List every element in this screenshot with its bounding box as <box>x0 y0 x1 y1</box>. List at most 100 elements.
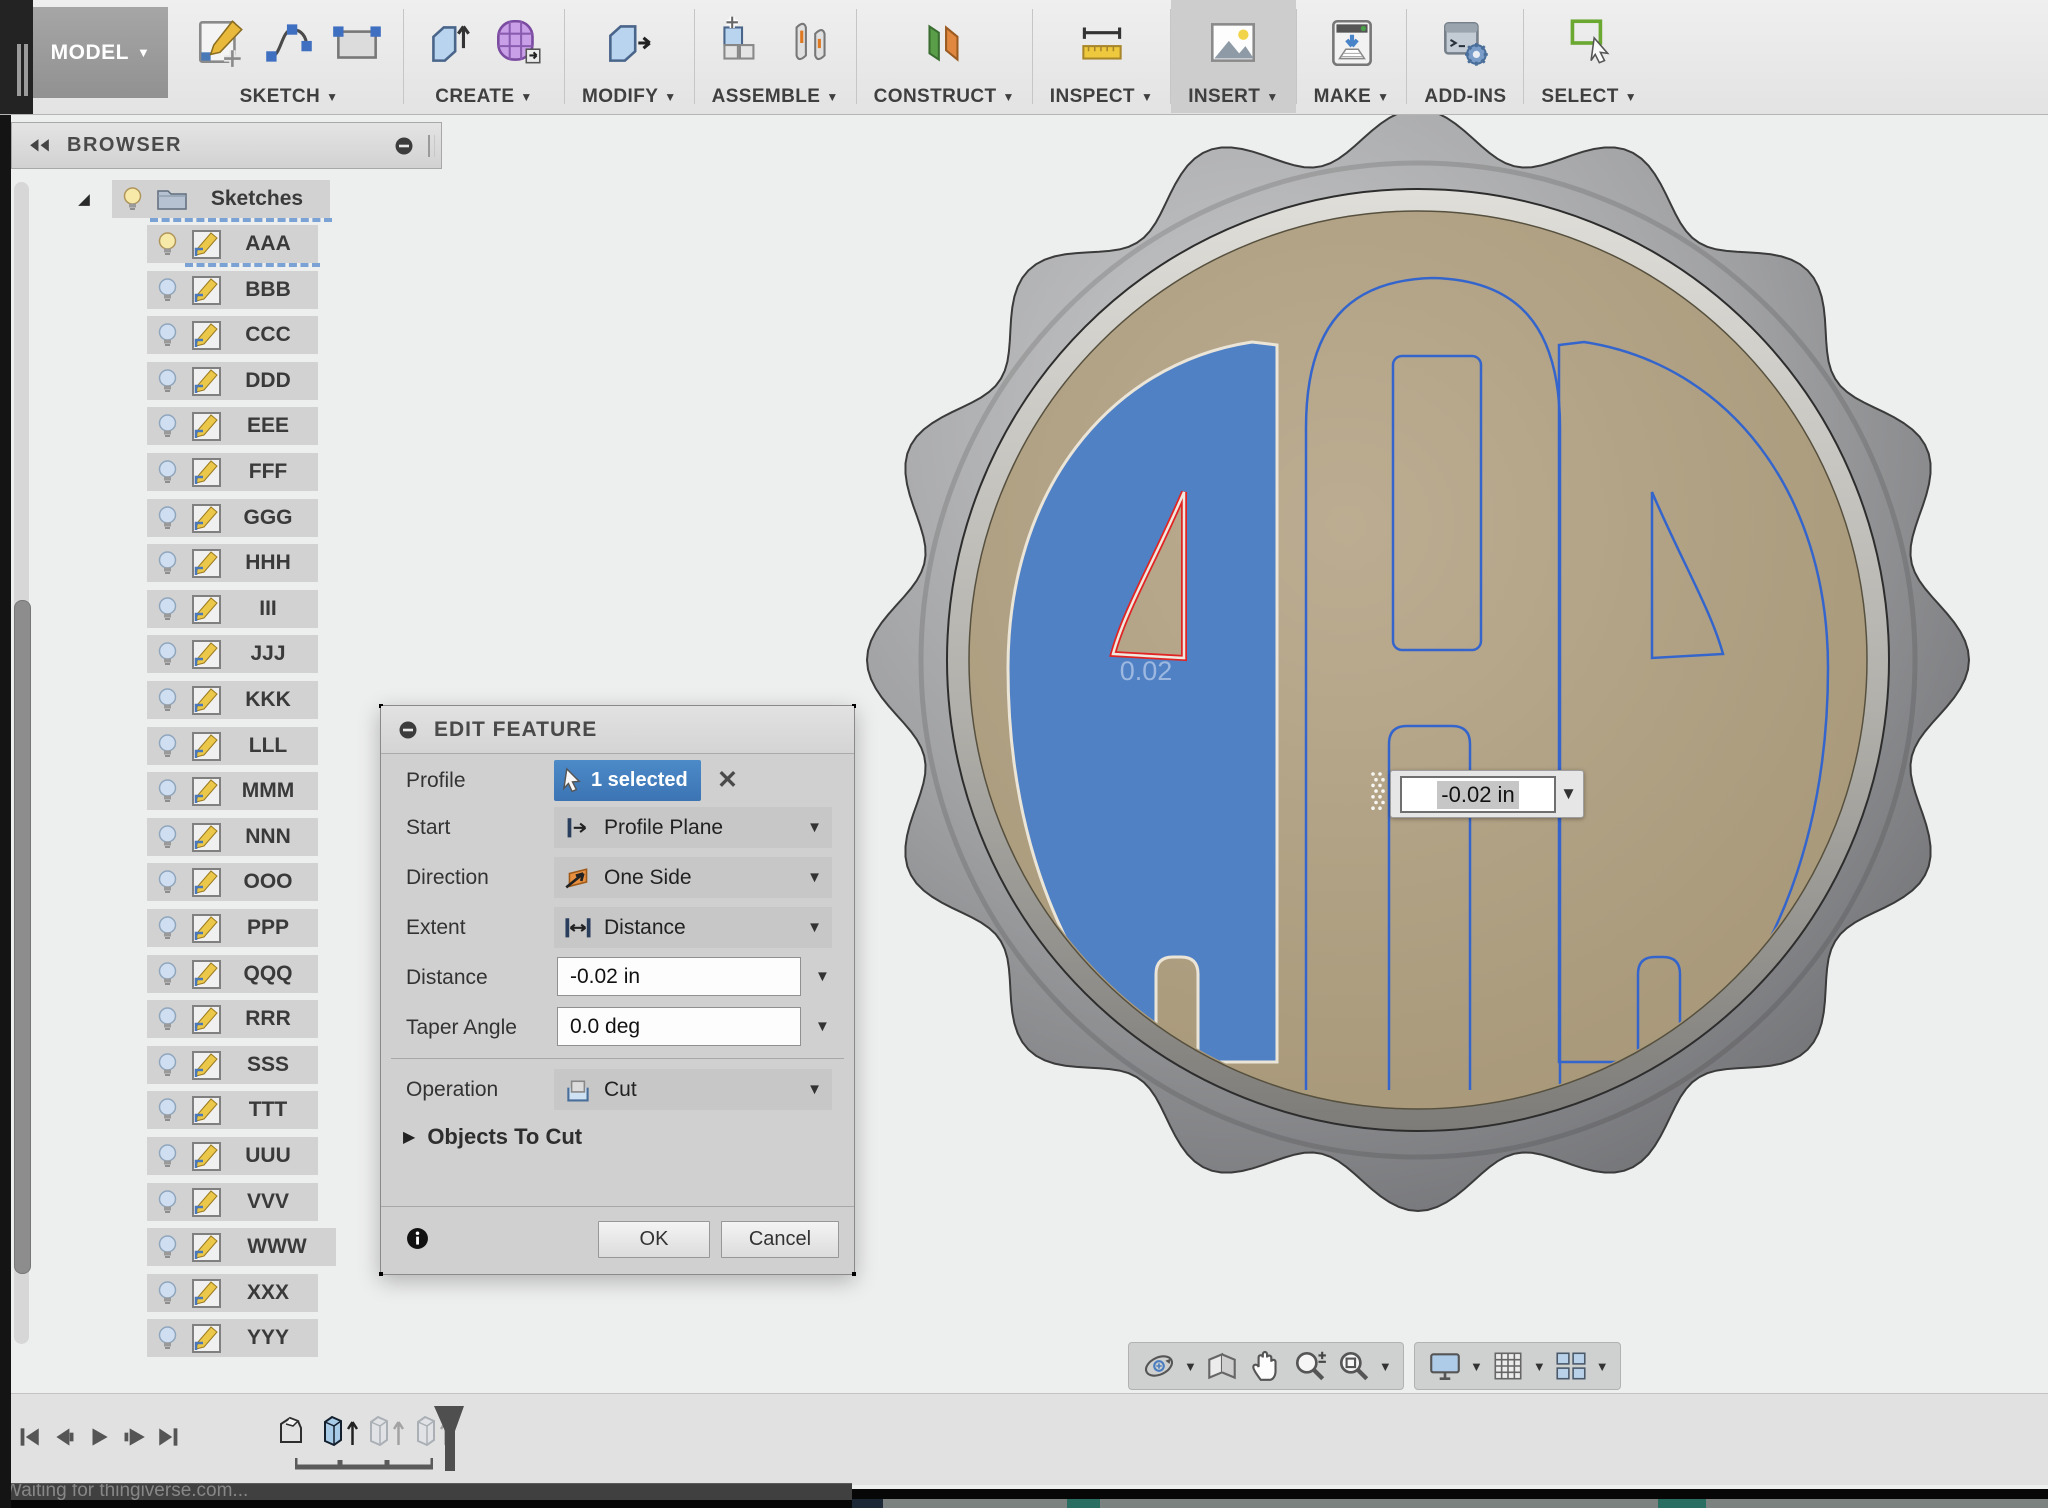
timeline-extrude-feature-active[interactable] <box>318 1414 348 1448</box>
pan-icon[interactable] <box>1248 1348 1284 1384</box>
visibility-bulb-icon-off[interactable] <box>157 413 178 440</box>
look-at-icon[interactable] <box>1204 1348 1240 1384</box>
tree-item-label[interactable]: MMM <box>222 779 318 803</box>
tree-item-label[interactable]: LLL <box>222 734 318 758</box>
toolbar-group-label[interactable]: SELECT▼ <box>1541 82 1637 112</box>
extrude-icon[interactable] <box>421 14 479 72</box>
tree-item-label[interactable]: FFF <box>222 460 318 484</box>
toolbar-group-label[interactable]: ASSEMBLE▼ <box>712 82 839 112</box>
visibility-bulb-icon-off[interactable] <box>157 459 178 486</box>
tree-expand-icon[interactable] <box>76 192 93 209</box>
step-back-button[interactable] <box>51 1424 77 1450</box>
tree-item-sketch-kkk[interactable]: KKK <box>147 681 318 719</box>
tree-item-sketch-bbb[interactable]: BBB <box>147 271 318 309</box>
tree-item-label[interactable]: GGG <box>222 506 318 530</box>
tree-item-sketch-ooo[interactable]: OOO <box>147 863 318 901</box>
distance-input[interactable]: -0.02 in <box>557 957 801 996</box>
tree-item-label[interactable]: HHH <box>222 551 318 575</box>
tree-item-sketch-mmm[interactable]: MMM <box>147 772 318 810</box>
tree-item-sketch-fff[interactable]: FFF <box>147 453 318 491</box>
tree-item-label[interactable]: QQQ <box>222 962 318 986</box>
visibility-bulb-icon-off[interactable] <box>157 778 178 805</box>
toolbar-group-label[interactable]: CONSTRUCT▼ <box>874 82 1015 112</box>
visibility-bulb-icon-off[interactable] <box>157 322 178 349</box>
viewports-icon[interactable] <box>1553 1348 1589 1384</box>
tree-item-sketch-jjj[interactable]: JJJ <box>147 635 318 673</box>
toolbar-group-label[interactable]: MODIFY▼ <box>582 82 677 112</box>
visibility-bulb-icon-off[interactable] <box>157 915 178 942</box>
visibility-bulb-icon-off[interactable] <box>157 368 178 395</box>
visibility-bulb-icon-off[interactable] <box>157 1006 178 1033</box>
visibility-bulb-icon-off[interactable] <box>157 1189 178 1216</box>
minus-circle-icon[interactable] <box>398 720 418 740</box>
tree-item-sketch-sss[interactable]: SSS <box>147 1046 318 1084</box>
tree-item-label[interactable]: III <box>222 597 318 621</box>
browser-scrollbar-thumb[interactable] <box>14 600 31 1274</box>
tree-item-sketch-ggg[interactable]: GGG <box>147 499 318 537</box>
tree-item-label[interactable]: KKK <box>222 688 318 712</box>
tree-item-label[interactable]: WWW <box>222 1235 336 1259</box>
clear-selection-icon[interactable]: ✕ <box>717 765 738 795</box>
minus-circle-icon[interactable] <box>394 136 414 156</box>
tree-item-sketch-hhh[interactable]: HHH <box>147 544 318 582</box>
visibility-bulb-icon-off[interactable] <box>157 733 178 760</box>
chevron-down-icon[interactable]: ▼ <box>1533 1359 1546 1374</box>
rectangle-icon[interactable] <box>328 14 386 72</box>
visibility-bulb-icon-off[interactable] <box>157 505 178 532</box>
visibility-bulb-icon-off[interactable] <box>157 1325 178 1352</box>
tree-item-label[interactable]: JJJ <box>222 642 318 666</box>
collapse-panel-icon[interactable] <box>26 137 53 154</box>
workspace-switcher-model[interactable]: MODEL▼ <box>33 7 168 98</box>
start-dropdown[interactable]: Profile Plane ▼ <box>554 807 832 848</box>
construction-plane-icon[interactable] <box>915 14 973 72</box>
tree-item-label[interactable]: RRR <box>222 1007 318 1031</box>
tree-item-label[interactable]: UUU <box>222 1144 318 1168</box>
tree-item-sketch-iii[interactable]: III <box>147 590 318 628</box>
toolbar-group-label[interactable]: MAKE▼ <box>1314 82 1390 112</box>
tree-item-label[interactable]: DDD <box>222 369 318 393</box>
toolbar-group-insert[interactable]: INSERT▼ <box>1171 0 1295 113</box>
tree-item-sketch-vvv[interactable]: VVV <box>147 1183 318 1221</box>
tree-item-label[interactable]: BBB <box>222 278 318 302</box>
panel-grip-icon[interactable] <box>428 135 435 157</box>
distance-inline-editor[interactable]: -0.02 in ▼ <box>1390 770 1584 818</box>
timeline-base-feature[interactable] <box>276 1414 306 1448</box>
dialog-header[interactable]: EDIT FEATURE <box>381 706 854 754</box>
tree-item-sketch-yyy[interactable]: YYY <box>147 1319 318 1357</box>
toolbar-group-label[interactable]: CREATE▼ <box>435 82 532 112</box>
visibility-bulb-icon-off[interactable] <box>157 550 178 577</box>
chevron-down-icon[interactable]: ▼ <box>815 968 830 985</box>
tree-item-label[interactable]: AAA <box>222 232 318 256</box>
toolbar-group-inspect[interactable]: INSPECT▼ <box>1033 0 1170 113</box>
step-forward-button[interactable] <box>121 1424 147 1450</box>
tree-item-sketch-ccc[interactable]: CCC <box>147 316 318 354</box>
visibility-bulb-icon-off[interactable] <box>157 596 178 623</box>
browser-panel-header[interactable]: BROWSER <box>11 122 442 169</box>
distance-inline-value[interactable]: -0.02 in <box>1437 781 1518 809</box>
visibility-bulb-icon-off[interactable] <box>157 1280 178 1307</box>
profile-selection-button[interactable]: 1 selected <box>554 760 701 801</box>
visibility-bulb-icon-off[interactable] <box>157 641 178 668</box>
tree-item-sketch-ttt[interactable]: TTT <box>147 1091 318 1129</box>
visibility-bulb-icon-off[interactable] <box>157 824 178 851</box>
add-ins-icon[interactable] <box>1436 14 1494 72</box>
insert-image-icon[interactable] <box>1204 14 1262 72</box>
toolbar-group-select[interactable]: SELECT▼ <box>1524 0 1654 113</box>
cancel-button[interactable]: Cancel <box>721 1221 839 1258</box>
ok-button[interactable]: OK <box>598 1221 710 1258</box>
toolbar-group-label[interactable]: SKETCH▼ <box>240 82 339 112</box>
tree-item-label[interactable]: CCC <box>222 323 318 347</box>
info-icon[interactable] <box>406 1227 429 1250</box>
tree-item-sketch-ppp[interactable]: PPP <box>147 909 318 947</box>
zoom-icon[interactable] <box>1292 1348 1328 1384</box>
tree-item-label[interactable]: SSS <box>222 1053 318 1077</box>
tree-item-sketch-eee[interactable]: EEE <box>147 407 318 445</box>
measure-icon[interactable] <box>1073 14 1131 72</box>
toolbar-group-label[interactable]: INSERT▼ <box>1188 82 1278 112</box>
sketch-create-icon[interactable] <box>192 14 250 72</box>
tree-item-sketch-xxx[interactable]: XXX <box>147 1274 318 1312</box>
taper-angle-input[interactable]: 0.0 deg <box>557 1007 801 1046</box>
tree-item-sketch-qqq[interactable]: QQQ <box>147 955 318 993</box>
chevron-down-icon[interactable]: ▼ <box>1470 1359 1483 1374</box>
joint-icon[interactable] <box>780 14 838 72</box>
